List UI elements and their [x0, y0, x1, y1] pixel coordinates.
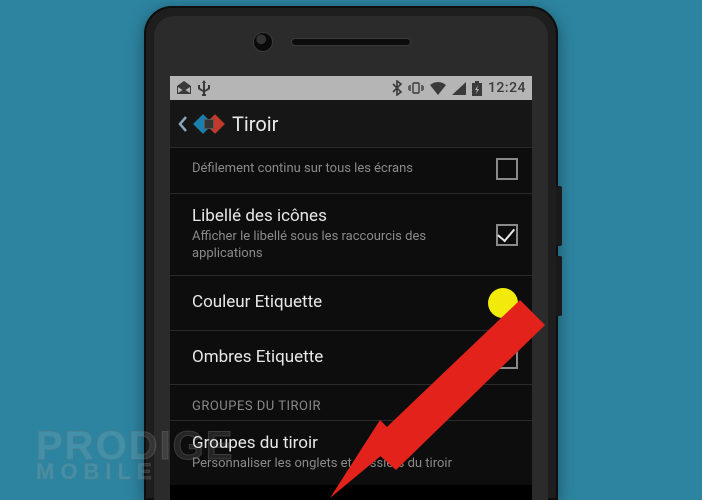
status-bar: 12:24 [170, 76, 532, 100]
setting-label-shadows[interactable]: Ombres Etiquette [170, 331, 532, 385]
page-title: Tiroir [232, 112, 278, 136]
setting-subtitle: Défilement continu sur tous les écrans [192, 161, 484, 178]
watermark-line1: PRODIGE [36, 429, 234, 463]
vibrate-icon [408, 81, 424, 95]
checkbox-icon[interactable] [496, 158, 518, 180]
phone-side-button [556, 256, 562, 316]
setting-icon-labels[interactable]: Libellé des icônes Afficher le libellé s… [170, 194, 532, 276]
setting-continuous-scroll[interactable]: Défilement continu sur tous les écrans [170, 148, 532, 194]
watermark: PRODIGE MOBILE [36, 429, 234, 482]
usb-icon [198, 80, 210, 96]
wifi-icon [430, 82, 446, 95]
checkbox-checked-icon[interactable] [496, 224, 518, 246]
section-header-drawer-groups: GROUPES DU TIROIR [170, 385, 532, 421]
mail-open-icon [176, 81, 192, 95]
setting-subtitle: Personnaliser les onglets et dossiers du… [192, 456, 518, 473]
earpiece-speaker [291, 38, 411, 46]
phone-side-button [556, 186, 562, 246]
checkbox-icon[interactable] [496, 347, 518, 369]
setting-label-color[interactable]: Couleur Etiquette [170, 276, 532, 331]
color-swatch[interactable] [488, 288, 518, 318]
setting-subtitle: Afficher le libellé sous les raccourcis … [192, 229, 484, 263]
status-clock: 12:24 [488, 80, 526, 96]
action-bar: Tiroir [170, 100, 532, 148]
battery-charging-icon [472, 81, 482, 96]
back-button[interactable] [176, 114, 190, 134]
setting-title: Groupes du tiroir [192, 433, 518, 454]
bluetooth-icon [392, 80, 402, 96]
setting-title: Libellé des icônes [192, 206, 484, 227]
signal-icon [452, 82, 466, 95]
front-camera [253, 32, 273, 52]
app-icon [196, 111, 222, 137]
setting-title: Ombres Etiquette [192, 347, 484, 368]
phone-sensor-row [154, 16, 548, 68]
setting-title: Couleur Etiquette [192, 292, 476, 313]
